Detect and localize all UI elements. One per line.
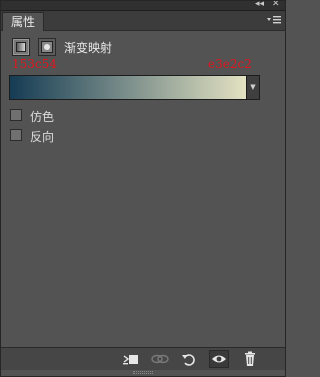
trash-icon[interactable] xyxy=(240,350,260,368)
gradient-map-icon[interactable] xyxy=(12,38,30,56)
resize-grip[interactable] xyxy=(133,371,153,374)
adjustment-title: 渐变映射 xyxy=(64,41,113,55)
window-title-bar: ◂◂ ✕ xyxy=(0,0,286,11)
double-chevron-left-icon[interactable]: ◂◂ xyxy=(255,0,264,10)
dither-label: 仿色 xyxy=(30,110,55,124)
eye-icon[interactable] xyxy=(209,350,229,368)
reverse-label: 反向 xyxy=(30,130,55,144)
panel-menu-icon[interactable] xyxy=(266,14,282,26)
dither-checkbox[interactable] xyxy=(10,109,22,121)
close-icon[interactable]: ✕ xyxy=(272,0,280,10)
chevron-down-icon[interactable]: ▼ xyxy=(247,75,260,100)
reverse-checkbox[interactable] xyxy=(10,129,22,141)
tab-properties[interactable]: 属性 xyxy=(2,12,45,31)
clip-to-layer-icon[interactable] xyxy=(121,350,141,368)
panel-tab-bar: 属性 xyxy=(0,11,286,31)
panel-bottom-toolbar xyxy=(0,347,286,370)
layer-mask-icon[interactable] xyxy=(38,38,56,56)
view-previous-icon[interactable] xyxy=(150,350,170,368)
gradient-preview[interactable] xyxy=(9,75,247,100)
reset-icon[interactable] xyxy=(179,350,199,368)
right-color-annotation: e3e2c2 xyxy=(208,57,252,71)
left-color-annotation: 153c54 xyxy=(12,57,57,71)
